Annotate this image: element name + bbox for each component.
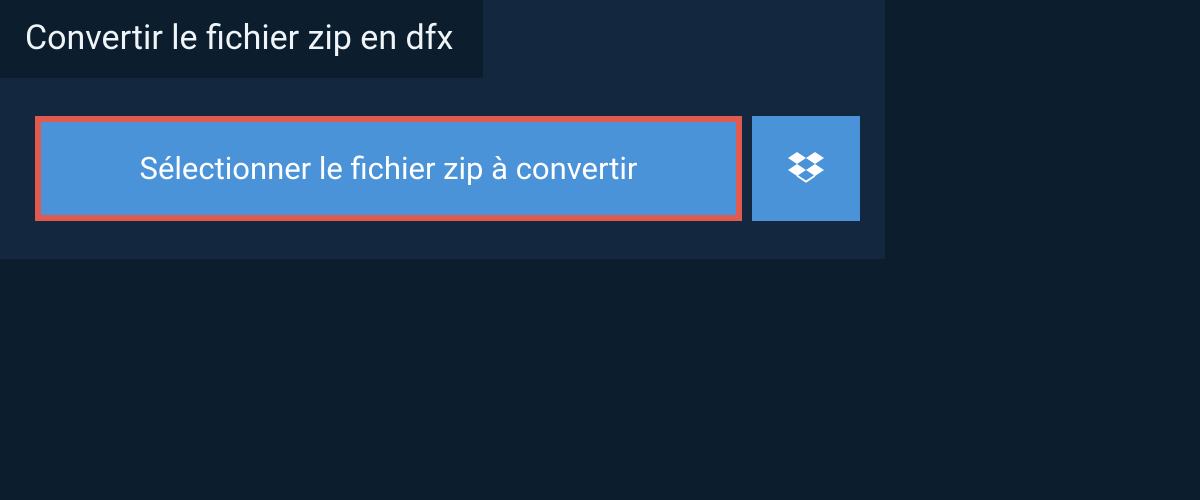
dropbox-button[interactable] (752, 116, 860, 221)
dropbox-icon (788, 149, 824, 189)
converter-panel: Convertir le fichier zip en dfx Sélectio… (0, 0, 885, 259)
action-row: Sélectionner le fichier zip à convertir (0, 78, 885, 221)
tab-convert[interactable]: Convertir le fichier zip en dfx (0, 0, 483, 78)
tab-section: Convertir le fichier zip en dfx (0, 0, 885, 78)
select-file-button[interactable]: Sélectionner le fichier zip à convertir (35, 116, 742, 221)
select-file-label: Sélectionner le fichier zip à convertir (140, 150, 638, 187)
tab-label: Convertir le fichier zip en dfx (25, 18, 453, 58)
